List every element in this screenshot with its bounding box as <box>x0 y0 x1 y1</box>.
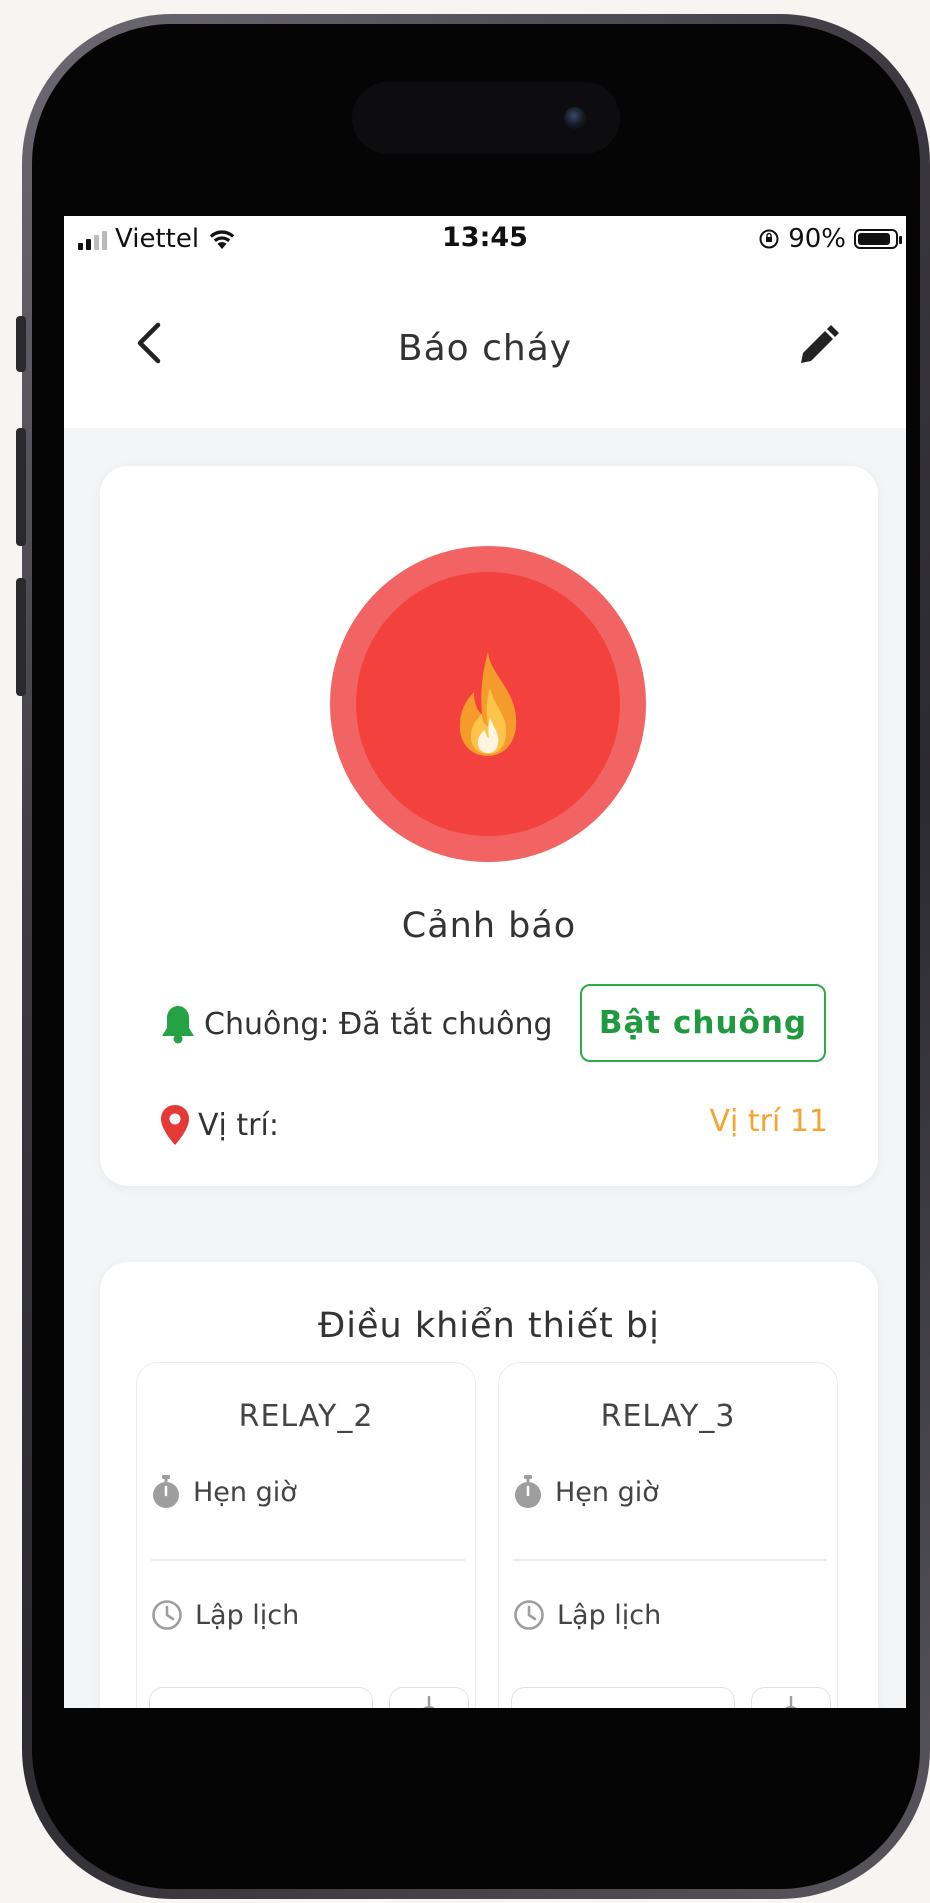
relay-input-field[interactable] <box>511 1687 735 1708</box>
volume-up-button <box>16 428 26 546</box>
schedule-option[interactable]: Lập lịch <box>513 1599 661 1631</box>
status-bar-right: 90% <box>758 224 902 254</box>
mute-switch <box>16 316 26 372</box>
device-control-title: Điều khiển thiết bị <box>318 1306 660 1346</box>
battery-level <box>858 233 891 245</box>
divider <box>513 1559 827 1561</box>
front-camera <box>564 107 586 129</box>
schedule-label: Lập lịch <box>557 1599 662 1631</box>
bell-status-row: Chuông: Đã tắt chuông <box>160 1004 553 1044</box>
page-title: Báo cháy <box>397 328 573 369</box>
power-icon <box>423 1696 435 1708</box>
relay-input-field[interactable] <box>149 1687 373 1708</box>
alert-status: Cảnh báo <box>401 906 577 946</box>
divider <box>151 1559 465 1561</box>
schedule-option[interactable]: Lập lịch <box>151 1599 299 1631</box>
alarm-indicator <box>330 546 646 862</box>
timer-label: Hẹn giờ <box>193 1476 297 1508</box>
battery-icon <box>854 229 902 249</box>
relay-name: RELAY_2 <box>238 1399 374 1434</box>
location-row: Vị trí: <box>160 1104 279 1146</box>
relay-action-button[interactable] <box>389 1687 469 1708</box>
clock-icon <box>152 1600 182 1630</box>
fire-icon <box>459 652 517 756</box>
location-value: Vị trí 11 <box>709 1104 828 1139</box>
timer-option[interactable]: Hẹn giờ <box>513 1475 659 1509</box>
relay-card: RELAY_3 Hẹn giờ Lập lịch <box>498 1362 838 1708</box>
volume-down-button <box>16 578 26 696</box>
relay-card: RELAY_2 Hẹn giờ Lập lịch <box>136 1362 476 1708</box>
stopwatch-icon <box>153 1475 179 1508</box>
power-icon <box>785 1696 797 1708</box>
device-control-card: Điều khiển thiết bị RELAY_2 Hẹn giờ Lập … <box>100 1262 878 1708</box>
relay-name: RELAY_3 <box>600 1399 736 1434</box>
fire-alarm-card: Cảnh báo Chuông: Đã tắt chuông Bật chuôn… <box>100 466 878 1186</box>
pencil-icon <box>801 325 839 363</box>
app-screen: Viettel 13:45 90% Báo cháy Cảnh báo Chuô… <box>64 216 906 1708</box>
status-bar: Viettel 13:45 90% <box>64 216 906 264</box>
orientation-lock-icon <box>759 229 779 249</box>
alarm-indicator-inner <box>356 572 620 836</box>
clock-icon <box>514 1600 544 1630</box>
timer-label: Hẹn giờ <box>555 1476 659 1508</box>
location-label: Vị trí: <box>198 1107 279 1143</box>
bell-status-label: Chuông: Đã tắt chuông <box>204 1006 553 1042</box>
schedule-label: Lập lịch <box>195 1599 300 1631</box>
location-pin-icon <box>161 1105 189 1145</box>
timer-option[interactable]: Hẹn giờ <box>151 1475 297 1509</box>
edit-button[interactable] <box>790 318 846 374</box>
relay-action-button[interactable] <box>751 1687 831 1708</box>
turn-on-bell-button[interactable]: Bật chuông <box>580 984 826 1062</box>
bell-icon <box>162 1006 194 1044</box>
battery-percent: 90% <box>788 224 846 254</box>
nav-header: Báo cháy <box>64 264 906 428</box>
stopwatch-icon <box>515 1475 541 1508</box>
